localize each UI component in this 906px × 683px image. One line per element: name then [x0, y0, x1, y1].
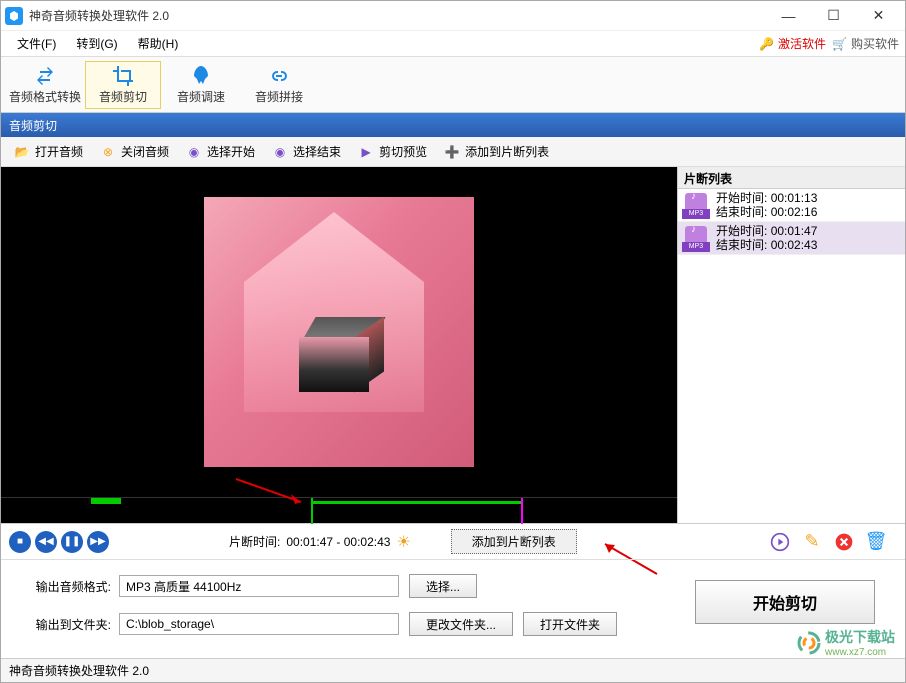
action-select-start[interactable]: ◉ 选择开始	[177, 140, 263, 164]
delete-clip-button[interactable]	[833, 531, 855, 553]
timeline-segment-active	[311, 501, 521, 504]
rewind-button[interactable]: ◀◀	[35, 531, 57, 553]
section-header: 音频剪切	[1, 113, 905, 137]
marker-end-icon: ◉	[271, 143, 289, 161]
open-folder-button[interactable]: 打开文件夹	[523, 612, 617, 636]
main-area: 片断列表 MP3 开始时间: 00:01:13 结束时间: 00:02:16 M…	[1, 167, 905, 497]
title-bar: 神奇音频转换处理软件 2.0 — ☐ ✕	[1, 1, 905, 31]
change-folder-button[interactable]: 更改文件夹...	[409, 612, 513, 636]
segment-range: 00:01:47 - 00:02:43	[286, 535, 390, 549]
playback-controls: ■ ◀◀ ❚❚ ▶▶	[9, 531, 109, 553]
action-add-to-list[interactable]: ➕ 添加到片断列表	[435, 140, 557, 164]
annotation-arrow-icon	[231, 474, 311, 510]
crop-icon	[111, 64, 135, 88]
timeline-segment	[91, 498, 121, 504]
action-select-end[interactable]: ◉ 选择结束	[263, 140, 349, 164]
edit-clip-button[interactable]: ✎	[801, 531, 823, 553]
output-folder-label: 输出到文件夹:	[21, 616, 111, 633]
segment-label: 片断时间:	[229, 533, 280, 550]
main-toolbar: 音频格式转换 音频剪切 音频调速 音频拼接	[1, 57, 905, 113]
stop-button[interactable]: ■	[9, 531, 31, 553]
cart-icon: 🛒	[832, 37, 847, 51]
select-format-button[interactable]: 选择...	[409, 574, 477, 598]
cube-graphic	[299, 317, 379, 397]
link-icon	[267, 64, 291, 88]
window-title: 神奇音频转换处理软件 2.0	[29, 7, 169, 24]
menu-bar: 文件(F) 转到(G) 帮助(H) 🔑 激活软件 🛒 购买软件	[1, 31, 905, 57]
marker-start-icon: ◉	[185, 143, 203, 161]
timeline[interactable]	[1, 497, 677, 523]
clear-all-button[interactable]: 🗑	[865, 531, 887, 553]
aurora-logo-icon	[797, 631, 821, 655]
clip-list-header: 片断列表	[678, 167, 905, 189]
menu-help[interactable]: 帮助(H)	[128, 31, 189, 56]
menu-file[interactable]: 文件(F)	[7, 31, 66, 56]
output-format-label: 输出音频格式:	[21, 578, 111, 595]
convert-icon	[33, 64, 57, 88]
folder-open-icon: 📂	[13, 143, 31, 161]
action-close-audio[interactable]: ⊗ 关闭音频	[91, 140, 177, 164]
app-icon	[5, 7, 23, 25]
add-to-clip-list-button[interactable]: 添加到片断列表	[451, 529, 577, 554]
minimize-button[interactable]: —	[766, 2, 811, 30]
action-bar: 📂 打开音频 ⊗ 关闭音频 ◉ 选择开始 ◉ 选择结束 ▶ 剪切预览 ➕ 添加到…	[1, 137, 905, 167]
clip-list-panel: 片断列表 MP3 开始时间: 00:01:13 结束时间: 00:02:16 M…	[677, 167, 905, 497]
output-format-field[interactable]	[119, 575, 399, 597]
clip-item[interactable]: MP3 开始时间: 00:01:13 结束时间: 00:02:16	[678, 189, 905, 222]
status-bar: 神奇音频转换处理软件 2.0	[1, 658, 905, 682]
tool-format-convert[interactable]: 音频格式转换	[7, 61, 83, 109]
forward-button[interactable]: ▶▶	[87, 531, 109, 553]
action-preview[interactable]: ▶ 剪切预览	[349, 140, 435, 164]
mp3-icon: MP3	[682, 224, 710, 252]
watermark-url: www.xz7.com	[825, 647, 895, 658]
maximize-button[interactable]: ☐	[811, 2, 856, 30]
watermark: 极光下载站 www.xz7.com	[797, 627, 895, 658]
watermark-name: 极光下载站	[825, 627, 895, 647]
gear-icon[interactable]: ☀	[396, 532, 410, 552]
timeline-marker-start[interactable]	[311, 498, 313, 524]
activate-link[interactable]: 🔑 激活软件	[759, 35, 826, 52]
output-settings-panel: 输出音频格式: 选择... 输出到文件夹: 更改文件夹... 打开文件夹 开始剪…	[1, 559, 905, 664]
segment-time-info: 片断时间: 00:01:47 - 00:02:43 ☀	[229, 532, 411, 552]
output-folder-field[interactable]	[119, 613, 399, 635]
playback-controls-row: ■ ◀◀ ❚❚ ▶▶ 片断时间: 00:01:47 - 00:02:43 ☀ 添…	[1, 523, 905, 559]
tool-join[interactable]: 音频拼接	[241, 61, 317, 109]
start-trim-button[interactable]: 开始剪切	[695, 580, 875, 624]
buy-link[interactable]: 🛒 购买软件	[832, 35, 899, 52]
clip-item[interactable]: MP3 开始时间: 00:01:47 结束时间: 00:02:43	[678, 222, 905, 255]
close-circle-icon: ⊗	[99, 143, 117, 161]
play-clip-button[interactable]	[769, 531, 791, 553]
window-controls: — ☐ ✕	[766, 2, 901, 30]
clip-list: MP3 开始时间: 00:01:13 结束时间: 00:02:16 MP3 开始…	[678, 189, 905, 497]
video-thumbnail	[204, 197, 474, 467]
status-text: 神奇音频转换处理软件 2.0	[9, 662, 149, 679]
plus-circle-icon: ➕	[443, 143, 461, 161]
timeline-marker-end[interactable]	[521, 498, 523, 524]
mp3-icon: MP3	[682, 191, 710, 219]
tool-trim[interactable]: 音频剪切	[85, 61, 161, 109]
key-icon: 🔑	[759, 37, 774, 51]
play-circle-icon: ▶	[357, 143, 375, 161]
pause-button[interactable]: ❚❚	[61, 531, 83, 553]
menu-goto[interactable]: 转到(G)	[66, 31, 127, 56]
close-button[interactable]: ✕	[856, 2, 901, 30]
tool-speed[interactable]: 音频调速	[163, 61, 239, 109]
video-preview	[1, 167, 677, 497]
action-open-audio[interactable]: 📂 打开音频	[5, 140, 91, 164]
rocket-icon	[189, 64, 213, 88]
